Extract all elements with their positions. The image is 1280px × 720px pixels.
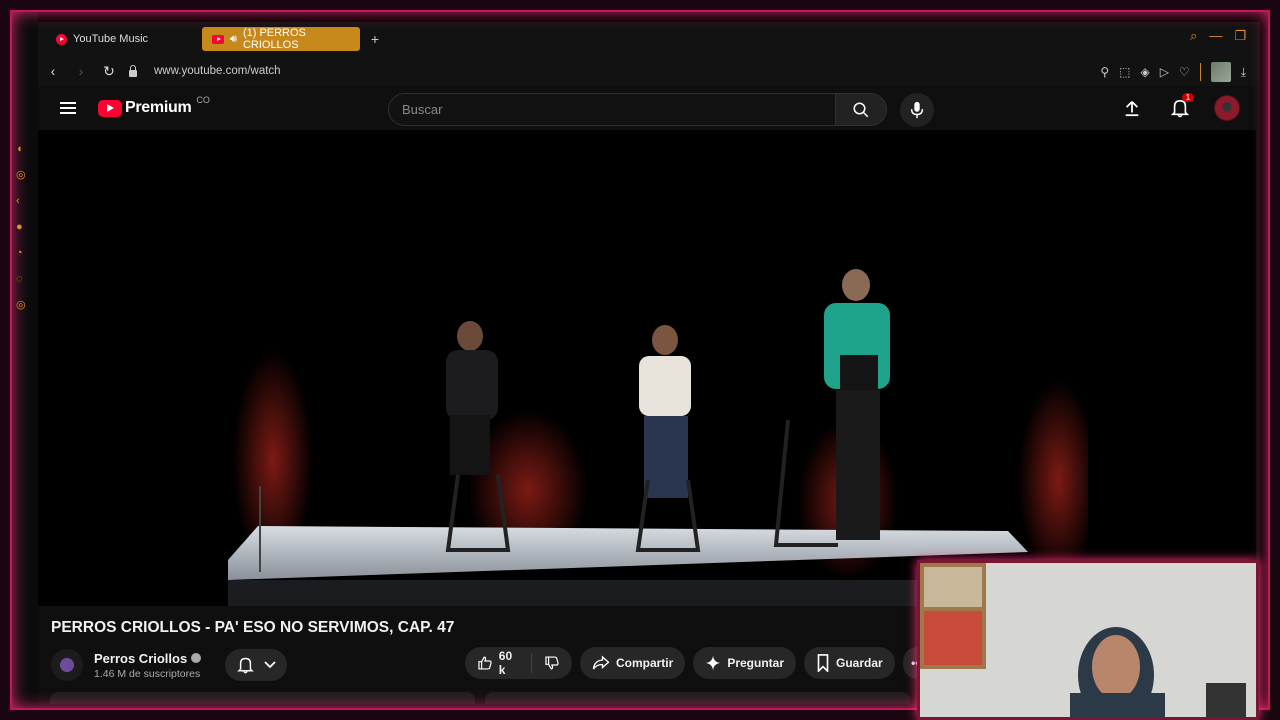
bookmark-icon xyxy=(817,654,829,672)
notifications-button[interactable]: 1 xyxy=(1166,93,1194,122)
upload-button[interactable] xyxy=(1118,94,1146,122)
like-count[interactable]: 60 k xyxy=(499,649,520,677)
youtube-logo[interactable]: Premium CO xyxy=(98,95,210,117)
tab-label: YouTube Music xyxy=(73,33,149,45)
ask-button[interactable]: Preguntar xyxy=(693,647,796,679)
youtube-logo-icon xyxy=(98,99,122,117)
video-player[interactable] xyxy=(38,130,1256,606)
pocket-icon[interactable]: ◈ xyxy=(1140,65,1149,79)
save-label: Guardar xyxy=(836,656,883,670)
share-button[interactable]: Compartir xyxy=(579,647,686,679)
channel-name-row: Perros Criollos xyxy=(94,651,202,666)
tab-perros-criollos[interactable]: 🔊︎ (1) PERROS CRIOLLOS xyxy=(202,27,360,51)
reload-button[interactable]: ↻ xyxy=(100,63,118,80)
side-icon-5: ◔ xyxy=(16,247,23,259)
play-icon[interactable]: ▷ xyxy=(1160,65,1169,79)
channel-row: Perros Criollos 1.46 M de suscriptores 6… xyxy=(51,647,933,683)
ask-label: Preguntar xyxy=(727,656,784,670)
menu-icon[interactable] xyxy=(60,102,76,114)
channel-name[interactable]: Perros Criollos xyxy=(94,651,187,666)
side-icon-7: ◎ xyxy=(16,299,26,311)
screenshot-icon[interactable]: ⬚ xyxy=(1119,65,1130,79)
side-icon-2: ◎ xyxy=(16,169,26,181)
forward-button[interactable]: › xyxy=(72,63,90,79)
heart-icon[interactable]: ♡ xyxy=(1179,65,1190,79)
search-icon xyxy=(853,102,869,117)
minimize-button[interactable]: — xyxy=(1209,28,1222,44)
account-avatar[interactable] xyxy=(1214,95,1240,121)
bell-icon xyxy=(236,657,254,674)
header-actions: 1 xyxy=(1118,93,1240,122)
search-input[interactable]: Buscar xyxy=(388,93,836,126)
search-tabs-icon[interactable]: ⌕ xyxy=(1190,28,1197,44)
side-icon-1: ◖ xyxy=(16,143,23,155)
download-icon[interactable]: ⤓ xyxy=(1241,65,1246,80)
overlay-side-strip xyxy=(0,0,38,720)
tab-youtube-music[interactable]: YouTube Music xyxy=(46,27,196,51)
upload-icon xyxy=(1125,101,1139,117)
channel-info: Perros Criollos 1.46 M de suscriptores xyxy=(94,651,202,680)
window-controls: ⌕ — ❐ xyxy=(1190,28,1246,44)
subscriber-count: 1.46 M de suscriptores xyxy=(94,667,201,680)
chevron-down-icon xyxy=(264,661,276,669)
like-dislike-group: 60 k xyxy=(465,647,572,679)
voice-search-button[interactable] xyxy=(900,93,934,127)
like-divider xyxy=(531,653,533,673)
side-icon-6: ◌ xyxy=(16,273,23,285)
toolbar-divider xyxy=(1199,63,1201,81)
youtube-icon xyxy=(212,34,224,44)
url-field[interactable]: www.youtube.com/watch xyxy=(154,65,281,77)
like-icon[interactable] xyxy=(477,654,493,672)
logo-text: Premium xyxy=(125,99,192,116)
sparkle-icon xyxy=(706,655,721,671)
tab-label: (1) PERROS CRIOLLOS xyxy=(242,27,306,51)
youtube-music-icon xyxy=(56,33,67,45)
microphone-icon xyxy=(910,101,924,119)
pin-icon[interactable]: ⚲ xyxy=(1100,65,1109,79)
panel-right xyxy=(485,692,910,704)
share-label: Compartir xyxy=(615,656,674,670)
panel-left xyxy=(50,692,475,704)
channel-avatar[interactable] xyxy=(51,649,83,681)
notification-count: 1 xyxy=(1182,93,1194,102)
youtube-header: Premium CO Buscar 1 xyxy=(38,86,1260,130)
back-button[interactable]: ‹ xyxy=(44,63,62,79)
restore-button[interactable]: ❐ xyxy=(1234,28,1246,44)
address-bar: ‹ › ↻ www.youtube.com/watch ⚲ ⬚ ◈ ▷ ♡ ⤓ xyxy=(38,56,1260,86)
save-button[interactable]: Guardar xyxy=(804,647,895,679)
share-icon xyxy=(592,655,610,670)
speaker-icon: 🔊︎ xyxy=(230,32,237,45)
new-tab-button[interactable]: + xyxy=(366,31,384,47)
verified-icon xyxy=(191,653,202,663)
video-frame xyxy=(228,260,1088,606)
overlay-side-icons: ◖ ◎ ‹ ● ◔ ◌ ◎ xyxy=(16,142,26,312)
profile-avatar[interactable] xyxy=(1210,62,1231,82)
video-title: PERROS CRIOLLOS - PA' ESO NO SERVIMOS, C… xyxy=(51,619,455,636)
extension-toolbar: ⚲ ⬚ ◈ ▷ ♡ ⤓ xyxy=(1100,62,1246,82)
subscription-bell-button[interactable] xyxy=(225,649,288,681)
webcam-overlay xyxy=(917,560,1259,720)
side-icon-4: ● xyxy=(16,221,23,233)
webcam-feed xyxy=(920,563,1256,717)
logo-country: CO xyxy=(196,95,210,105)
below-video-panels xyxy=(50,692,910,704)
tab-bar: YouTube Music 🔊︎ (1) PERROS CRIOLLOS + ⌕… xyxy=(38,22,1260,56)
lock-icon[interactable] xyxy=(128,65,138,77)
dislike-icon[interactable] xyxy=(544,654,560,672)
side-icon-3: ‹ xyxy=(16,195,20,207)
video-actions: 60 k Compartir Preguntar Guardar ••• xyxy=(465,647,933,679)
search-button[interactable] xyxy=(835,93,887,126)
